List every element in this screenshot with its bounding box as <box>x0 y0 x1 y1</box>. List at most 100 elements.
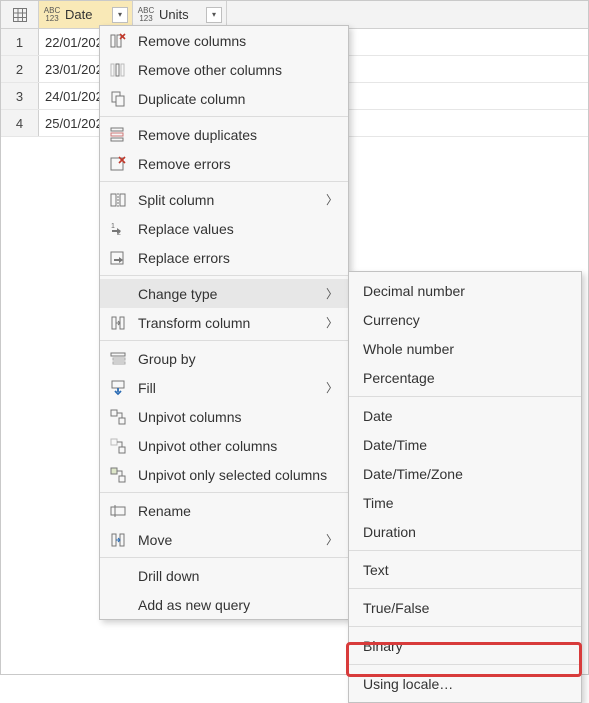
menu-label: Split column <box>138 192 316 208</box>
column-filter-dropdown[interactable]: ▾ <box>206 7 222 23</box>
submenu-label: True/False <box>363 600 429 616</box>
row-number[interactable]: 2 <box>1 56 39 82</box>
submenu-separator <box>349 626 581 627</box>
menu-remove-duplicates[interactable]: Remove duplicates <box>100 120 348 149</box>
menu-label: Change type <box>138 286 316 302</box>
menu-label: Duplicate column <box>138 91 338 107</box>
change-type-submenu: Decimal number Currency Whole number Per… <box>348 271 582 703</box>
submenu-separator <box>349 664 581 665</box>
column-header-date[interactable]: ABC 123 Date ▾ <box>39 1 133 28</box>
unpivot-other-columns-icon <box>108 436 128 456</box>
menu-remove-errors[interactable]: Remove errors <box>100 149 348 178</box>
submenu-decimal-number[interactable]: Decimal number <box>349 276 581 305</box>
rename-icon <box>108 501 128 521</box>
submenu-percentage[interactable]: Percentage <box>349 363 581 392</box>
submenu-label: Binary <box>363 638 403 654</box>
menu-label: Move <box>138 532 316 548</box>
unpivot-columns-icon <box>108 407 128 427</box>
submenu-label: Duration <box>363 524 416 540</box>
submenu-label: Text <box>363 562 389 578</box>
menu-label: Unpivot columns <box>138 409 338 425</box>
submenu-label: Currency <box>363 312 420 328</box>
menu-separator <box>100 116 348 117</box>
split-column-icon <box>108 190 128 210</box>
remove-other-columns-icon <box>108 60 128 80</box>
select-all-corner[interactable] <box>1 1 39 28</box>
row-number[interactable]: 4 <box>1 110 39 136</box>
row-number[interactable]: 3 <box>1 83 39 109</box>
submenu-date-time-zone[interactable]: Date/Time/Zone <box>349 459 581 488</box>
submenu-whole-number[interactable]: Whole number <box>349 334 581 363</box>
menu-duplicate-column[interactable]: Duplicate column <box>100 84 348 113</box>
menu-label: Transform column <box>138 315 316 331</box>
menu-label: Unpivot other columns <box>138 438 338 454</box>
menu-remove-other-columns[interactable]: Remove other columns <box>100 55 348 84</box>
menu-drill-down[interactable]: Drill down <box>100 561 348 590</box>
column-header-units[interactable]: ABC 123 Units ▾ <box>133 1 227 28</box>
menu-unpivot-other-columns[interactable]: Unpivot other columns <box>100 431 348 460</box>
column-header-date-label: Date <box>65 7 108 22</box>
menu-fill[interactable]: Fill 〉 <box>100 373 348 402</box>
transform-column-icon <box>108 313 128 333</box>
submenu-label: Whole number <box>363 341 454 357</box>
submenu-using-locale[interactable]: Using locale… <box>349 669 581 698</box>
menu-rename[interactable]: Rename <box>100 496 348 525</box>
submenu-text[interactable]: Text <box>349 555 581 584</box>
unpivot-selected-icon <box>108 465 128 485</box>
submenu-label: Date/Time/Zone <box>363 466 463 482</box>
remove-duplicates-icon <box>108 125 128 145</box>
menu-unpivot-selected-columns[interactable]: Unpivot only selected columns <box>100 460 348 489</box>
column-context-menu: Remove columns Remove other columns Dupl… <box>99 25 349 620</box>
submenu-time[interactable]: Time <box>349 488 581 517</box>
menu-label: Group by <box>138 351 338 367</box>
submenu-separator <box>349 396 581 397</box>
submenu-label: Date/Time <box>363 437 427 453</box>
menu-replace-values[interactable]: 12 Replace values <box>100 214 348 243</box>
submenu-arrow-icon: 〉 <box>326 531 338 548</box>
menu-remove-columns[interactable]: Remove columns <box>100 26 348 55</box>
submenu-date-time[interactable]: Date/Time <box>349 430 581 459</box>
datatype-any-icon: ABC 123 <box>137 7 155 23</box>
duplicate-column-icon <box>108 89 128 109</box>
submenu-arrow-icon: 〉 <box>326 285 338 302</box>
column-filter-dropdown[interactable]: ▾ <box>112 7 128 23</box>
menu-separator <box>100 492 348 493</box>
submenu-label: Time <box>363 495 394 511</box>
menu-label: Remove duplicates <box>138 127 338 143</box>
menu-replace-errors[interactable]: Replace errors <box>100 243 348 272</box>
submenu-separator <box>349 550 581 551</box>
submenu-date[interactable]: Date <box>349 401 581 430</box>
submenu-label: Percentage <box>363 370 435 386</box>
fill-icon <box>108 378 128 398</box>
menu-move[interactable]: Move 〉 <box>100 525 348 554</box>
submenu-arrow-icon: 〉 <box>326 379 338 396</box>
menu-separator <box>100 340 348 341</box>
remove-columns-icon <box>108 31 128 51</box>
row-number[interactable]: 1 <box>1 29 39 55</box>
replace-values-icon: 12 <box>108 219 128 239</box>
menu-split-column[interactable]: Split column 〉 <box>100 185 348 214</box>
menu-label: Add as new query <box>138 597 338 613</box>
column-header-units-label: Units <box>159 7 202 22</box>
submenu-separator <box>349 588 581 589</box>
menu-label: Replace values <box>138 221 338 237</box>
menu-group-by[interactable]: Group by <box>100 344 348 373</box>
menu-label: Remove columns <box>138 33 338 49</box>
menu-unpivot-columns[interactable]: Unpivot columns <box>100 402 348 431</box>
table-icon <box>13 8 27 22</box>
menu-separator <box>100 557 348 558</box>
submenu-true-false[interactable]: True/False <box>349 593 581 622</box>
submenu-binary[interactable]: Binary <box>349 631 581 660</box>
menu-transform-column[interactable]: Transform column 〉 <box>100 308 348 337</box>
replace-errors-icon <box>108 248 128 268</box>
menu-separator <box>100 181 348 182</box>
menu-add-as-new-query[interactable]: Add as new query <box>100 590 348 619</box>
move-icon <box>108 530 128 550</box>
menu-separator <box>100 275 348 276</box>
menu-change-type[interactable]: Change type 〉 <box>100 279 348 308</box>
menu-label: Unpivot only selected columns <box>138 467 338 483</box>
menu-label: Drill down <box>138 568 338 584</box>
submenu-currency[interactable]: Currency <box>349 305 581 334</box>
datatype-any-icon: ABC 123 <box>43 7 61 23</box>
submenu-duration[interactable]: Duration <box>349 517 581 546</box>
